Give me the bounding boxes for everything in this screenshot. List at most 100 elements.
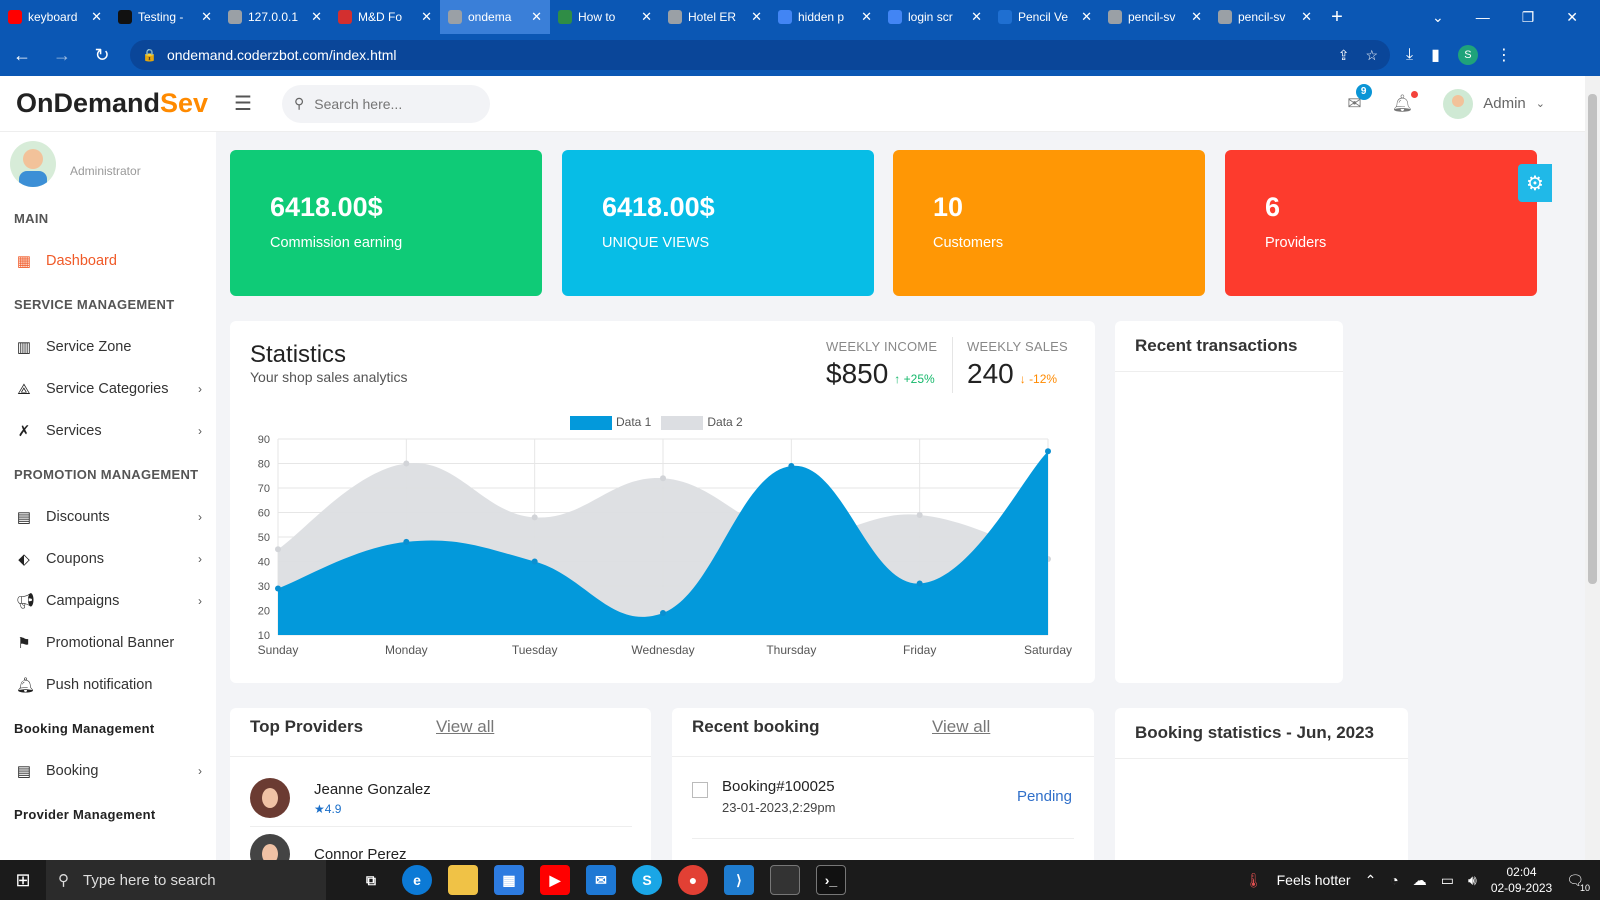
browser-tab[interactable]: login scr ✕ (880, 0, 990, 34)
provider-row[interactable]: Jeanne Gonzalez ★4.9 (250, 778, 431, 818)
close-icon[interactable]: ✕ (1301, 9, 1312, 25)
tab-title: pencil-sv (1128, 10, 1176, 24)
close-icon[interactable]: ✕ (861, 9, 872, 25)
x-tick-label: Saturday (1024, 643, 1072, 657)
tab-search-icon[interactable]: ⌄ (1432, 9, 1444, 26)
sidebar-item-service-categories[interactable]: ⟁ Service Categories › (0, 368, 216, 410)
browser-tab[interactable]: Testing - ✕ (110, 0, 220, 34)
sidebar-item-discounts[interactable]: ▤ Discounts › (0, 496, 216, 538)
close-icon[interactable]: ✕ (1191, 9, 1202, 25)
sidebar-item-push-notification[interactable]: 🔔︎ Push notification (0, 664, 216, 706)
sidebar-section-heading: Provider Management (14, 806, 156, 822)
sidebar-item-label: Booking (46, 763, 99, 779)
forward-icon[interactable]: → (50, 45, 74, 66)
browser-tab[interactable]: pencil-sv ✕ (1100, 0, 1210, 34)
stat-card[interactable]: 6 Providers (1225, 150, 1537, 296)
search-icon: ⚲ (294, 95, 305, 111)
cloud-icon[interactable]: ☁ (1413, 872, 1427, 889)
browser-tab[interactable]: ondema ✕ (440, 0, 550, 34)
user-menu[interactable]: Admin ⌄ (1443, 88, 1545, 119)
close-icon[interactable]: ✕ (311, 9, 322, 25)
browser-tab[interactable]: Hotel ER ✕ (660, 0, 770, 34)
sidebar-item-booking[interactable]: ▤ Booking › (0, 750, 216, 792)
restore-icon[interactable]: ❐ (1522, 9, 1535, 26)
sidebar-item-service-zone[interactable]: ▥ Service Zone (0, 326, 216, 368)
terminal-icon[interactable]: ›_ (816, 865, 846, 895)
url-field[interactable]: 🔒 ondemand.coderzbot.com/index.html ⇪ ☆ (130, 40, 1390, 70)
stat-card[interactable]: 6418.00$ Commission earning (230, 150, 542, 296)
browser-tab[interactable]: Pencil Ve ✕ (990, 0, 1100, 34)
close-icon[interactable]: ✕ (971, 9, 982, 25)
download-icon[interactable]: ⤓ (1406, 46, 1413, 64)
search-input[interactable] (314, 95, 465, 112)
data-point (275, 546, 281, 553)
browser-tab[interactable]: How to ✕ (550, 0, 660, 34)
browser-tab[interactable]: pencil-sv ✕ (1210, 0, 1320, 34)
star-icon[interactable]: ☆ (1365, 47, 1378, 64)
new-tab-button[interactable]: + (1320, 6, 1354, 29)
app-window-icon[interactable] (770, 865, 800, 895)
volume-icon[interactable]: 🔊︎ (1468, 872, 1477, 889)
hamburger-menu-icon[interactable]: ☰ (234, 91, 264, 116)
recent-booking-view-all[interactable]: View all (932, 717, 990, 737)
browser-tab[interactable]: hidden p ✕ (770, 0, 880, 34)
browser-tab[interactable]: 127.0.0.1 ✕ (220, 0, 330, 34)
minimize-icon[interactable]: — (1476, 9, 1490, 26)
sidebar-section-heading: MAIN (14, 210, 49, 226)
edge-icon[interactable]: e (402, 865, 432, 895)
stat-card[interactable]: 6418.00$ UNIQUE VIEWS (562, 150, 874, 296)
notifications-icon[interactable]: 🗨︎ 10 (1566, 872, 1590, 893)
top-providers-view-all[interactable]: View all (436, 717, 494, 737)
weather-text[interactable]: Feels hotter (1277, 872, 1351, 888)
reload-icon[interactable]: ↻ (90, 45, 114, 66)
main-content: 6418.00$ Commission earning 6418.00$ UNIQUE… (216, 132, 1585, 860)
stat-card[interactable]: 10 Customers (893, 150, 1205, 296)
page-scrollbar[interactable] (1585, 76, 1600, 860)
skype-icon[interactable]: S (632, 865, 662, 895)
sidebar-item-label: Service Categories (46, 381, 169, 397)
browser-tab[interactable]: M&D Fo ✕ (330, 0, 440, 34)
windows-start-icon[interactable]: ⊞ (0, 860, 46, 900)
mail-app-icon[interactable]: ✉ (586, 865, 616, 895)
mail-icon[interactable]: ✉ 9 (1347, 83, 1372, 114)
close-icon[interactable]: ✕ (1081, 9, 1092, 25)
wifi-icon[interactable]: ◔ (1390, 872, 1398, 888)
sidebar-item-promotional-banner[interactable]: ⚑ Promotional Banner (0, 622, 216, 664)
file-explorer-icon[interactable] (448, 865, 478, 895)
tray-expand-icon[interactable]: ⌃ (1365, 872, 1377, 889)
task-view-icon[interactable]: ⧉ (356, 865, 386, 895)
close-icon[interactable]: ✕ (201, 9, 212, 25)
close-icon[interactable]: ✕ (531, 9, 542, 25)
battery-icon[interactable]: ▭ (1441, 872, 1454, 889)
vscode-icon[interactable]: ⟩ (724, 865, 754, 895)
scrollbar-thumb[interactable] (1588, 94, 1597, 584)
close-icon[interactable]: ✕ (751, 9, 762, 25)
taskbar-search[interactable]: ⚲ Type here to search (46, 860, 326, 900)
chrome-icon[interactable]: ● (678, 865, 708, 895)
browser-menu-icon[interactable]: ⋮ (1496, 45, 1512, 65)
settings-gear-icon[interactable]: ⚙ (1518, 164, 1552, 202)
close-icon[interactable]: ✕ (91, 9, 102, 25)
sidebar: Administrator MAIN ▦ Dashboard SERVICE MANA… (0, 132, 216, 860)
youtube-icon[interactable]: ▶ (540, 865, 570, 895)
y-tick-label: 50 (258, 532, 270, 544)
x-tick-label: Monday (385, 643, 428, 657)
share-icon[interactable]: ⇪ (1338, 47, 1350, 64)
logo[interactable]: OnDemandSev (0, 88, 220, 119)
provider-row[interactable]: Connor Perez (250, 834, 407, 860)
browser-tab[interactable]: keyboard ✕ (0, 0, 110, 34)
bell-icon[interactable]: 🔔︎ (1392, 90, 1419, 114)
close-window-icon[interactable]: ✕ (1566, 9, 1578, 26)
sidebar-item-campaigns[interactable]: 📢︎ Campaigns › (0, 580, 216, 622)
clock[interactable]: 02:04 02-09-2023 (1491, 864, 1552, 896)
sidebar-item-coupons[interactable]: ⬖ Coupons › (0, 538, 216, 580)
sidebar-item-dashboard[interactable]: ▦ Dashboard (0, 240, 216, 282)
close-icon[interactable]: ✕ (421, 9, 432, 25)
search-box[interactable]: ⚲ (282, 84, 490, 123)
sidebar-item-services[interactable]: ✗ Services › (0, 410, 216, 452)
store-icon[interactable]: ▦ (494, 865, 524, 895)
side-panel-icon[interactable]: ▮ (1431, 45, 1440, 65)
browser-profile-avatar[interactable]: S (1457, 45, 1478, 65)
back-icon[interactable]: ← (10, 45, 34, 66)
close-icon[interactable]: ✕ (641, 9, 652, 25)
